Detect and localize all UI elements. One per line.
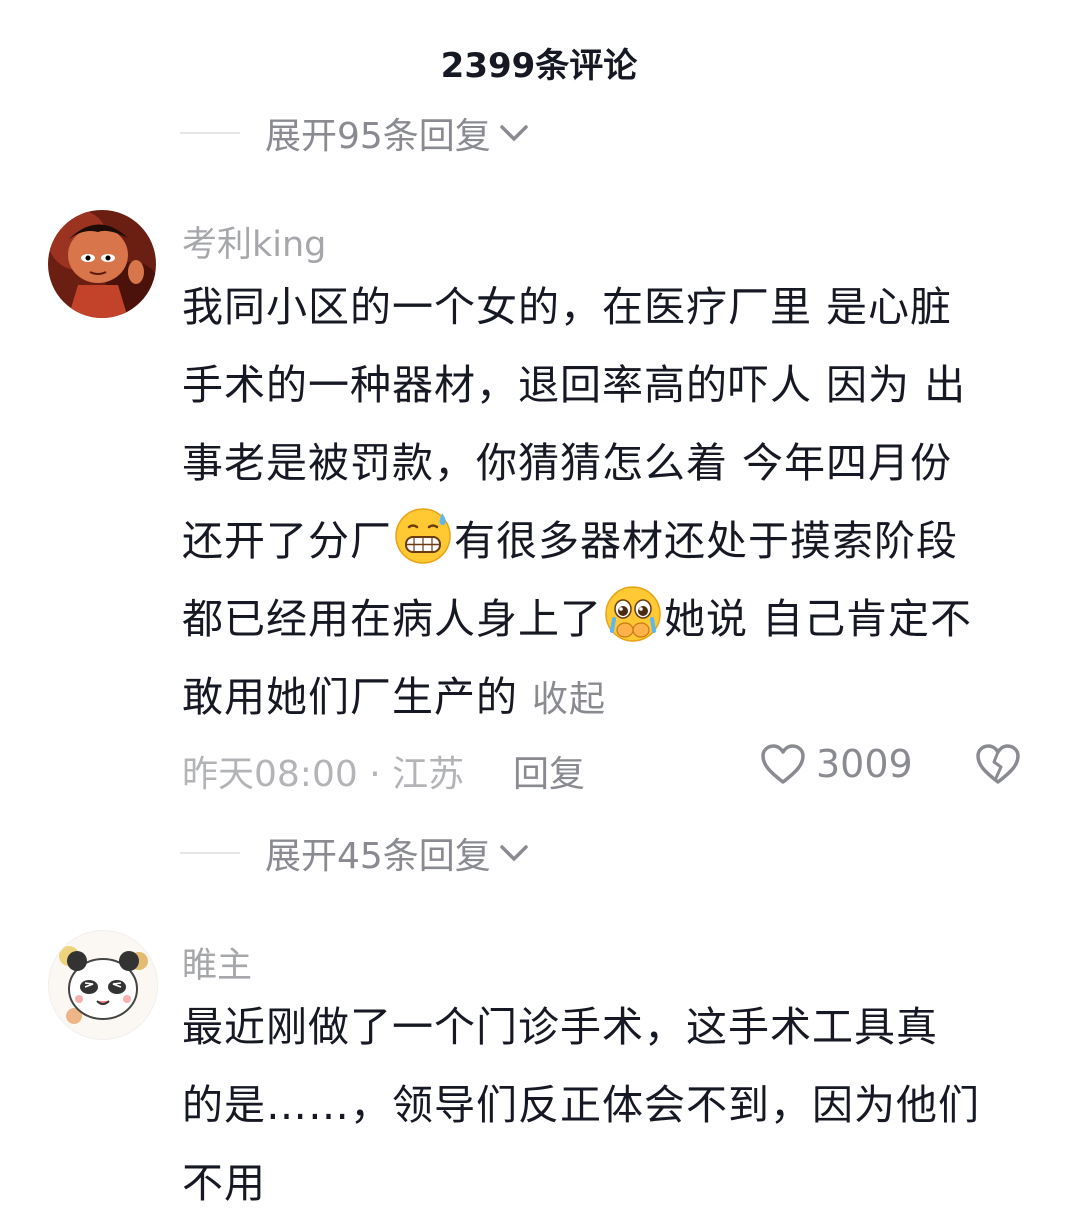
comment-text-segment: 还开了分厂 <box>182 517 392 565</box>
comment-line: 都已经用在病人身上了 她说 自己肯定不 <box>182 580 1032 658</box>
expand-replies-label: 展开95条回复 <box>265 116 491 157</box>
comment-line: 敢用她们厂生产的 收起 <box>182 658 1032 739</box>
comment-line: 我同小区的一个女的，在医疗厂里 是心脏 <box>182 283 953 331</box>
comment-line: 还开了分厂 有很多器材还处于摸索阶段 <box>182 502 1032 580</box>
expand-replies-label: 展开45条回复 <box>265 836 491 877</box>
like-button[interactable]: 3009 <box>760 742 913 786</box>
chevron-down-icon <box>499 123 529 143</box>
comment-line: 不用 <box>182 1159 266 1207</box>
collapse-button[interactable]: 收起 <box>532 679 606 720</box>
comment-text-segment: 敢用她们厂生产的 <box>182 673 518 721</box>
heart-icon <box>761 744 805 784</box>
divider-line <box>180 132 240 134</box>
divider-line <box>180 852 240 854</box>
comment-text: 我同小区的一个女的，在医疗厂里 是心脏 手术的一种器材，退回率高的吓人 因为 出… <box>182 268 1032 739</box>
comment-count-title: 2399条评论 <box>440 46 638 86</box>
chevron-down-icon <box>499 843 529 863</box>
comment-line: 的是……，领导们反正体会不到，因为他们 <box>182 1081 980 1129</box>
comment-text-segment: 都已经用在病人身上了 <box>182 595 602 643</box>
comment-text: 最近刚做了一个门诊手术，这手术工具真 的是……，领导们反正体会不到，因为他们 不… <box>182 988 1032 1222</box>
username[interactable]: 睢主 <box>182 937 252 988</box>
grimace-sweat-emoji-icon <box>394 507 452 565</box>
expand-replies-button[interactable]: 展开95条回复 <box>180 108 529 158</box>
username[interactable]: 考利king <box>182 216 326 267</box>
avatar[interactable] <box>48 210 156 318</box>
comment-text-segment: 她说 自己肯定不 <box>664 595 973 643</box>
broken-heart-icon <box>976 744 1020 784</box>
reply-button[interactable]: 回复 <box>513 745 585 797</box>
comment-time-location: 昨天08:00 · 江苏 <box>182 754 465 795</box>
comment-line: 最近刚做了一个门诊手术，这手术工具真 <box>182 1003 938 1051</box>
comment-line: 事老是被罚款，你猜猜怎么着 今年四月份 <box>182 439 953 487</box>
teary-face-emoji-icon <box>604 585 662 643</box>
dislike-button[interactable] <box>975 742 1021 790</box>
like-count: 3009 <box>816 742 913 786</box>
comment-line: 手术的一种器材，退回率高的吓人 因为 出 <box>182 361 967 409</box>
expand-replies-button[interactable]: 展开45条回复 <box>180 828 529 878</box>
comment-text-segment: 有很多器材还处于摸索阶段 <box>454 517 958 565</box>
avatar[interactable] <box>48 930 158 1040</box>
